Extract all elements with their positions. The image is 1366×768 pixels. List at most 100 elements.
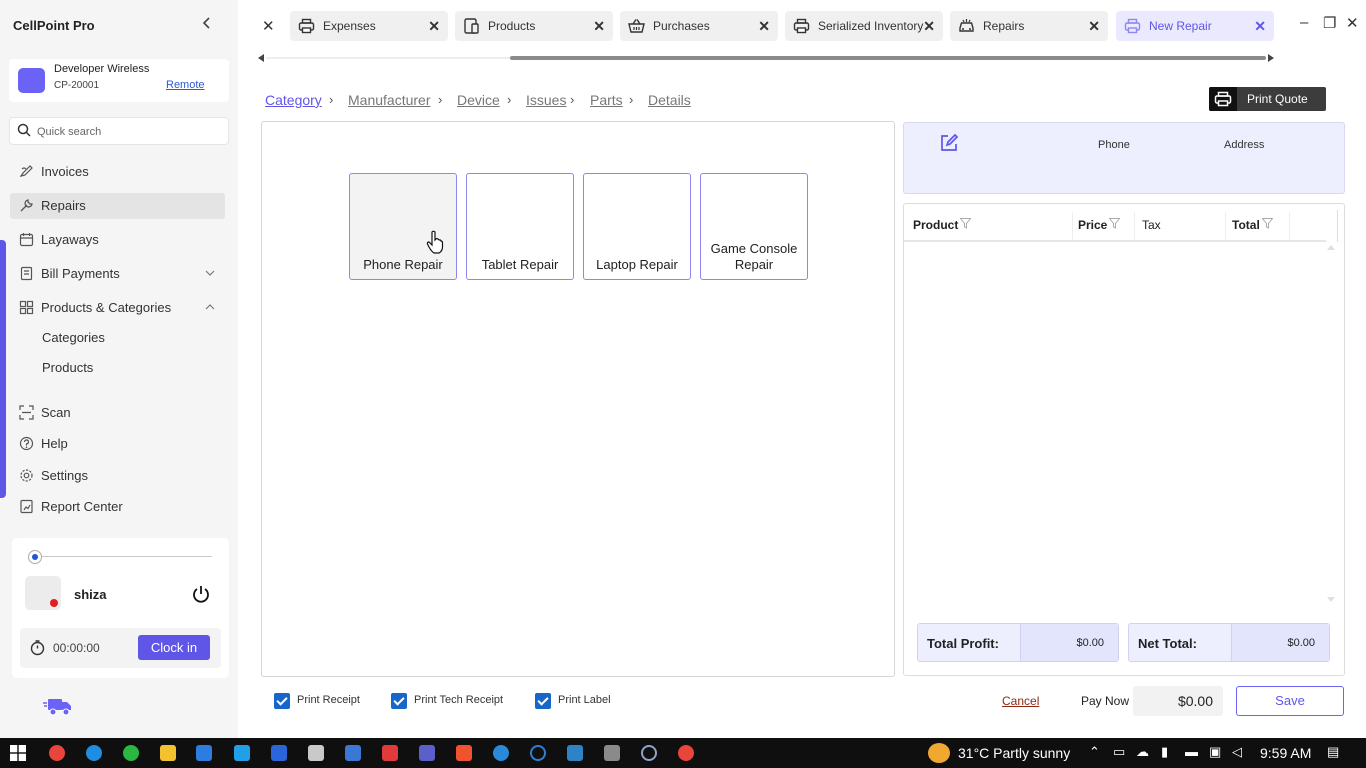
category-tile-game-console-repair[interactable]: Game Console Repair xyxy=(700,173,808,280)
tab-purchases[interactable]: Purchases ✕ xyxy=(620,11,778,41)
remote-link[interactable]: Remote xyxy=(166,79,205,91)
edge-icon[interactable] xyxy=(86,745,102,761)
network-icon[interactable]: ▣ xyxy=(1209,744,1221,760)
notepad-icon[interactable] xyxy=(567,745,583,761)
breadcrumb-parts[interactable]: Parts xyxy=(590,92,623,108)
whatsapp-icon[interactable] xyxy=(123,745,139,761)
tab-products[interactable]: Products ✕ xyxy=(455,11,613,41)
sidebar-subitem-categories[interactable]: Categories xyxy=(42,330,105,345)
column-tax[interactable]: Tax xyxy=(1142,218,1161,232)
search-input[interactable] xyxy=(37,123,222,140)
column-product[interactable]: Product xyxy=(913,218,958,232)
chrome-icon[interactable] xyxy=(49,745,65,761)
column-price[interactable]: Price xyxy=(1078,218,1107,232)
category-tile-laptop-repair[interactable]: Laptop Repair xyxy=(583,173,691,280)
calculator-icon[interactable] xyxy=(604,745,620,761)
store-icon[interactable] xyxy=(196,745,212,761)
close-icon[interactable]: ✕ xyxy=(593,18,605,35)
close-icon[interactable]: ✕ xyxy=(923,18,935,35)
weather-icon[interactable] xyxy=(928,743,950,763)
r-app-icon[interactable] xyxy=(271,745,287,761)
tab-serialized-inventory[interactable]: Serialized Inventory ✕ xyxy=(785,11,943,41)
chrome-icon[interactable] xyxy=(678,745,694,761)
edit-icon[interactable] xyxy=(939,133,959,158)
battery-icon[interactable]: ▬ xyxy=(1185,744,1198,759)
sidebar-item-settings[interactable]: Settings xyxy=(10,463,225,489)
scroll-thumb[interactable] xyxy=(510,56,1266,60)
scroll-down-arrow[interactable] xyxy=(1327,597,1335,602)
app-icon[interactable] xyxy=(308,745,324,761)
breadcrumb-manufacturer[interactable]: Manufacturer xyxy=(348,92,430,108)
window-app-icon[interactable] xyxy=(345,745,361,761)
breadcrumb-issues[interactable]: Issues xyxy=(526,92,566,108)
column-total[interactable]: Total xyxy=(1232,218,1260,232)
chevron-left-icon[interactable] xyxy=(199,16,215,36)
app-icon[interactable] xyxy=(234,745,250,761)
cloud-icon[interactable]: ☁ xyxy=(1136,744,1149,760)
tab-expenses[interactable]: Expenses ✕ xyxy=(290,11,448,41)
table-scrollbar[interactable] xyxy=(1324,204,1336,604)
restore-icon[interactable]: ❐ xyxy=(1323,14,1336,32)
slider-thumb[interactable] xyxy=(28,550,42,564)
breadcrumb-details[interactable]: Details xyxy=(648,92,691,108)
cancel-link[interactable]: Cancel xyxy=(1002,694,1039,708)
window-controls: – ❐ ✕ xyxy=(1286,14,1366,38)
loading-app-icon[interactable] xyxy=(641,745,657,761)
windows-start-icon[interactable] xyxy=(10,745,26,766)
save-button[interactable]: Save xyxy=(1236,686,1344,716)
weather-text[interactable]: 31°C Partly sunny xyxy=(958,745,1070,761)
sidebar-item-scan[interactable]: Scan xyxy=(10,400,225,426)
scroll-up-arrow[interactable] xyxy=(1327,245,1335,250)
close-icon[interactable]: ✕ xyxy=(1254,18,1266,35)
clock-in-button[interactable]: Clock in xyxy=(138,635,210,660)
notification-icon[interactable]: ▤ xyxy=(1327,744,1339,760)
category-tile-tablet-repair[interactable]: Tablet Repair xyxy=(466,173,574,280)
folder-icon[interactable] xyxy=(160,745,176,761)
clock-time[interactable]: 9:59 AM xyxy=(1260,745,1311,761)
window-close-icon[interactable]: ✕ xyxy=(1346,14,1359,32)
minimize-icon[interactable]: – xyxy=(1300,14,1308,31)
filter-icon[interactable] xyxy=(1108,216,1121,234)
sidebar-item-repairs[interactable]: Repairs xyxy=(10,193,225,219)
tab-scrollbar[interactable] xyxy=(258,54,1274,62)
quick-search[interactable] xyxy=(9,117,229,145)
pay-amount-field[interactable]: $0.00 xyxy=(1133,686,1223,716)
scroll-left-arrow[interactable] xyxy=(258,54,264,62)
breadcrumb-device[interactable]: Device xyxy=(457,92,500,108)
app-icon[interactable] xyxy=(493,745,509,761)
teams-icon[interactable] xyxy=(419,745,435,761)
sidebar-item-report-center[interactable]: Report Center xyxy=(10,494,225,520)
sidebar-item-help[interactable]: Help xyxy=(10,431,225,457)
sidebar-item-bill-payments[interactable]: Bill Payments xyxy=(10,261,225,287)
volume-icon[interactable]: ◁ xyxy=(1232,744,1242,760)
table-header: Product Price Tax Total xyxy=(904,204,1326,242)
sidebar-subitem-products[interactable]: Products xyxy=(42,360,93,375)
category-tile-phone-repair[interactable]: Phone Repair xyxy=(349,173,457,280)
close-icon[interactable]: ✕ xyxy=(428,18,440,35)
print-quote-button[interactable]: Print Quote xyxy=(1209,87,1326,111)
tab-repairs[interactable]: Repairs ✕ xyxy=(950,11,1108,41)
filter-icon[interactable] xyxy=(959,216,972,234)
store-logo xyxy=(18,68,45,93)
app-icon[interactable] xyxy=(382,745,398,761)
close-icon[interactable]: ✕ xyxy=(1088,18,1100,35)
edge-dev-icon[interactable] xyxy=(530,745,546,761)
microphone-icon[interactable]: ▮ xyxy=(1161,744,1168,760)
power-icon[interactable] xyxy=(191,584,211,609)
camera-icon[interactable]: ▭ xyxy=(1113,744,1125,760)
checkbox-checked[interactable] xyxy=(535,693,551,709)
scroll-right-arrow[interactable] xyxy=(1268,54,1274,62)
sidebar-item-layaways[interactable]: Layaways xyxy=(10,227,225,253)
truck-icon[interactable] xyxy=(42,696,74,723)
brave-icon[interactable] xyxy=(456,745,472,761)
breadcrumb-category[interactable]: Category xyxy=(265,92,322,108)
close-icon[interactable]: ✕ xyxy=(758,18,770,35)
filter-icon[interactable] xyxy=(1261,216,1274,234)
sidebar-item-invoices[interactable]: Invoices xyxy=(10,159,225,185)
close-icon[interactable]: ✕ xyxy=(262,17,275,35)
chevron-up-icon[interactable]: ⌃ xyxy=(1089,744,1100,760)
tab-new-repair[interactable]: New Repair ✕ xyxy=(1116,11,1274,41)
sidebar-item-products-categories[interactable]: Products & Categories xyxy=(10,295,225,321)
checkbox-checked[interactable] xyxy=(391,693,407,709)
checkbox-checked[interactable] xyxy=(274,693,290,709)
